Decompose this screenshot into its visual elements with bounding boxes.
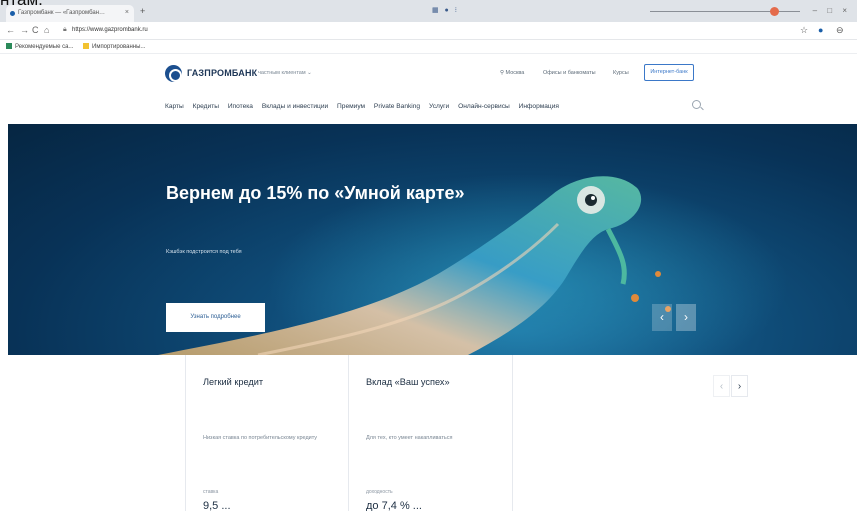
- nav-mortgage[interactable]: Ипотека: [228, 103, 253, 110]
- card-title: Легкий кредит: [203, 377, 264, 387]
- browser-toolbar: ← → C ⌂ 🔒︎ https://www.gazprombank.ru ☆ …: [0, 22, 857, 40]
- window-controls[interactable]: – □ ×: [813, 6, 851, 15]
- forward-icon[interactable]: →: [20, 25, 29, 35]
- card-metric-label: ставка: [203, 489, 219, 495]
- hero-banner: Вернем до 15% по «Умной карте» Кэшбэк по…: [8, 124, 857, 355]
- extension-icon[interactable]: ●: [818, 25, 823, 35]
- address-bar[interactable]: https://www.gazprombank.ru: [72, 27, 148, 33]
- product-card[interactable]: Легкий кредит Низкая ставка по потребите…: [185, 355, 349, 511]
- slider-handle[interactable]: [770, 7, 779, 16]
- cards-prev-button[interactable]: ‹: [713, 375, 730, 397]
- learn-more-button[interactable]: Узнать подробнее: [166, 303, 265, 332]
- card-title: Вклад «Ваш успех»: [366, 377, 450, 387]
- reload-icon[interactable]: C: [32, 25, 39, 35]
- profile-icon[interactable]: ⊖: [836, 25, 844, 36]
- back-icon[interactable]: ←: [6, 25, 15, 35]
- star-icon[interactable]: ☆: [800, 25, 808, 36]
- new-tab-button[interactable]: +: [140, 6, 145, 16]
- close-tab-icon[interactable]: ×: [125, 9, 129, 16]
- bookmark-recommended[interactable]: Рекомендуемые са...: [6, 43, 73, 50]
- card-metric-value: 9,5 ...: [203, 500, 231, 511]
- nav-info[interactable]: Информация: [519, 103, 559, 110]
- lock-icon: 🔒︎: [63, 26, 67, 33]
- site-header: ГАЗПРОМБАНК частным клиентам ⌄ ⚲ Москва …: [0, 54, 857, 124]
- bookmark-imported[interactable]: Импортированны...: [83, 43, 145, 50]
- rates-link[interactable]: Курсы: [613, 70, 629, 76]
- product-card[interactable]: Вклад «Ваш успех» Для тех, кто умеет нак…: [349, 355, 513, 511]
- chameleon-illustration: [158, 174, 788, 355]
- main-nav: Карты Кредиты Ипотека Вклады и инвестици…: [165, 103, 566, 110]
- nav-credits[interactable]: Кредиты: [193, 103, 219, 110]
- card-description: Для тех, кто умеет накапливаться: [366, 435, 453, 441]
- brand-name[interactable]: ГАЗПРОМБАНК: [187, 68, 257, 78]
- home-icon[interactable]: ⌂: [44, 25, 49, 35]
- cards-next-button[interactable]: ›: [731, 375, 748, 397]
- stray-caption: нтам.: [0, 0, 43, 10]
- internet-bank-button[interactable]: Интернет-банк: [644, 64, 694, 81]
- hero-next-button[interactable]: ›: [676, 304, 696, 331]
- hero-prev-button[interactable]: ‹: [652, 304, 672, 331]
- card-description: Низкая ставка по потребительскому кредит…: [203, 435, 318, 441]
- hero-title: Вернем до 15% по «Умной карте»: [166, 183, 465, 203]
- nav-deposits[interactable]: Вклады и инвестиции: [262, 103, 328, 110]
- product-cards: Легкий кредит Низкая ставка по потребите…: [0, 355, 857, 511]
- extension-icons[interactable]: ▦ ● ⁝: [432, 6, 459, 14]
- city-link[interactable]: ⚲ Москва: [500, 70, 524, 76]
- client-selector[interactable]: частным клиентам ⌄: [258, 70, 312, 76]
- bookmark-label: Импортированны...: [92, 44, 146, 50]
- browser-tab-strip: Газпромбанк — «Газпромбан… × + ▦ ● ⁝ – □…: [0, 0, 857, 22]
- nav-private-banking[interactable]: Private Banking: [374, 103, 420, 110]
- nav-premium[interactable]: Премиум: [337, 103, 365, 110]
- bookmarks-bar: Рекомендуемые са... Импортированны...: [0, 40, 857, 54]
- offices-link[interactable]: Офисы и банкоматы: [543, 70, 596, 76]
- tab-title: Газпромбанк — «Газпромбан…: [18, 10, 106, 16]
- card-metric-label: доходность: [366, 489, 393, 495]
- nav-cards[interactable]: Карты: [165, 103, 184, 110]
- favicon-icon: [10, 11, 15, 16]
- hero-subtitle: Кэшбэк подстроится под тебя: [166, 249, 242, 255]
- search-icon[interactable]: [692, 100, 701, 109]
- logo-icon[interactable]: [165, 65, 182, 82]
- bookmark-label: Рекомендуемые са...: [15, 44, 74, 50]
- screen: Газпромбанк — «Газпромбан… × + ▦ ● ⁝ – □…: [0, 0, 857, 511]
- nav-online[interactable]: Онлайн-сервисы: [458, 103, 510, 110]
- nav-services[interactable]: Услуги: [429, 103, 449, 110]
- card-metric-value: до 7,4 % ...: [366, 500, 422, 511]
